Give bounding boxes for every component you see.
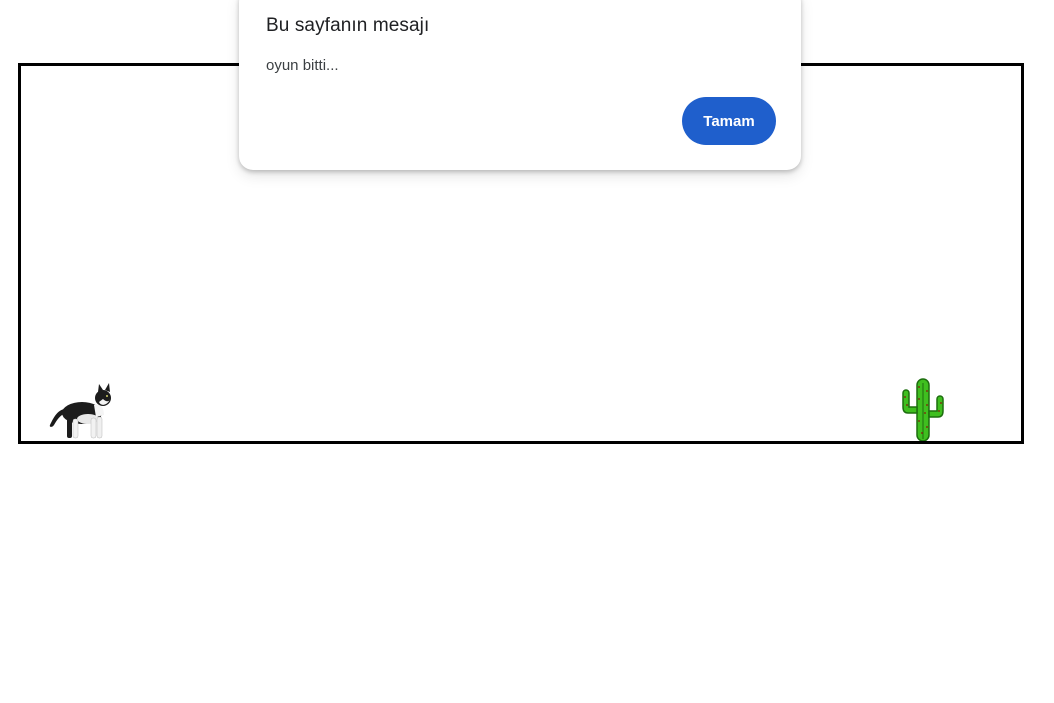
- cactus-icon: [902, 378, 944, 441]
- page: Bu sayfanın mesajı oyun bitti... Tamam: [0, 0, 1054, 703]
- dialog-title: Bu sayfanın mesajı: [266, 15, 430, 36]
- dialog-message: oyun bitti...: [266, 57, 339, 74]
- alert-dialog: Bu sayfanın mesajı oyun bitti... Tamam: [239, 0, 801, 170]
- cat-icon: [49, 383, 111, 439]
- ok-button[interactable]: Tamam: [682, 97, 776, 145]
